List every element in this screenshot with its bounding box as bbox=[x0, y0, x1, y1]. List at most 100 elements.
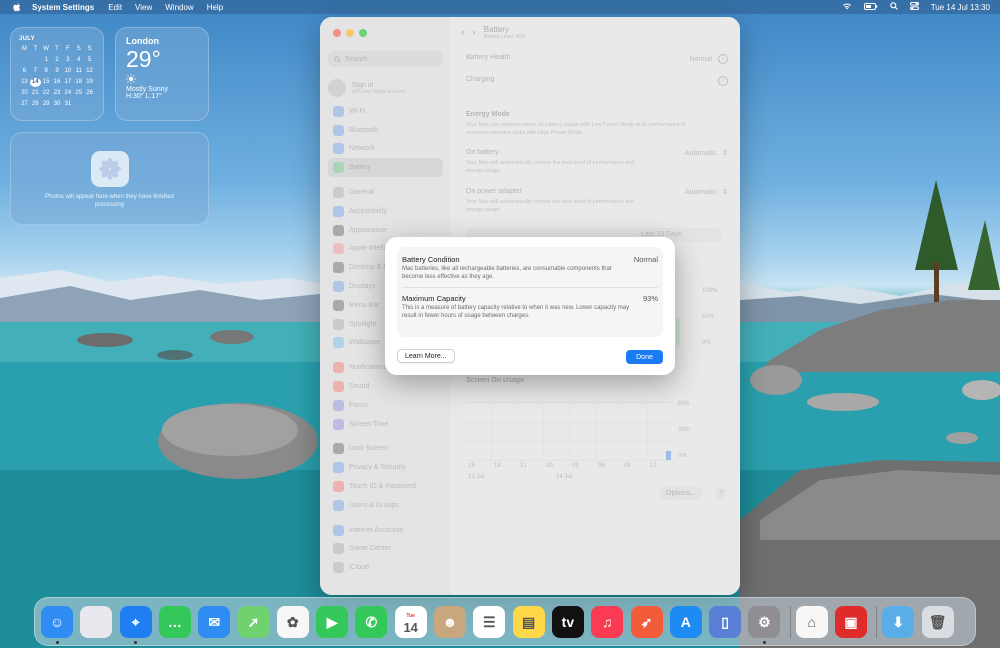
calendar-day: 24 bbox=[64, 90, 72, 96]
weather-widget[interactable]: London 29° Mostly Sunny H:30° L:17° bbox=[115, 27, 209, 121]
done-button[interactable]: Done bbox=[626, 350, 663, 364]
dock-home-icon[interactable]: ⌂ bbox=[795, 606, 828, 638]
dock-photos-icon[interactable]: ✿ bbox=[276, 606, 309, 638]
calendar-day: 2 bbox=[55, 57, 59, 63]
dock-glyph: ☻ bbox=[442, 614, 458, 630]
dock-glyph: ⬇ bbox=[892, 613, 905, 630]
dock-trash-icon[interactable]: 🗑 bbox=[921, 606, 954, 638]
menu-help[interactable]: Help bbox=[207, 3, 223, 12]
dock-glyph: ▤ bbox=[521, 613, 536, 630]
calendar-day: 11 bbox=[75, 68, 82, 74]
weather-city: London bbox=[126, 36, 159, 46]
calendar-day: 25 bbox=[75, 90, 83, 96]
battery-icon[interactable] bbox=[863, 2, 878, 12]
dock-glyph: ✿ bbox=[286, 613, 299, 630]
calendar-day: 3 bbox=[66, 57, 70, 63]
menu-view[interactable]: View bbox=[135, 3, 152, 12]
calendar-today: 14 bbox=[29, 78, 41, 87]
menu-window[interactable]: Window bbox=[165, 3, 193, 12]
dock-iphone-mirroring-icon[interactable]: ▯ bbox=[709, 606, 742, 638]
calendar-day: 19 bbox=[86, 79, 93, 85]
dock-glyph: ▯ bbox=[721, 613, 729, 630]
learn-more-label: Learn More... bbox=[405, 352, 447, 360]
calendar-weekday: M bbox=[21, 46, 27, 52]
battery-health-card: Battery Condition Normal Mac batteries, … bbox=[397, 247, 663, 337]
calendar-weekday: T bbox=[33, 46, 38, 52]
dock-glyph: ⌂ bbox=[807, 614, 816, 630]
dock-notes-icon[interactable]: ▤ bbox=[512, 606, 545, 638]
dock-downloads-icon[interactable]: ⬇ bbox=[882, 606, 915, 638]
calendar-day: 20 bbox=[21, 90, 28, 96]
calendar-widget[interactable]: JULY M T W T F S S 1 2 3 4 5 6 7 8 9 10 11 12 13 14 15 16 17 18 1… bbox=[10, 27, 104, 121]
calendar-day: 13 bbox=[21, 79, 28, 85]
calendar-day: 16 bbox=[53, 79, 61, 85]
dock-contacts-icon[interactable]: ☻ bbox=[434, 606, 466, 638]
calendar-day: 4 bbox=[77, 57, 81, 63]
menu-app-name[interactable]: System Settings bbox=[32, 3, 94, 12]
calendar-weekday: T bbox=[55, 46, 59, 52]
search-icon[interactable] bbox=[889, 2, 898, 12]
maximum-capacity-description: This is a measure of battery capacity re… bbox=[402, 305, 630, 319]
dock-phone-icon[interactable]: ✆ bbox=[355, 606, 388, 638]
dock-glyph: ☰ bbox=[483, 613, 496, 630]
dock-glyph: ♫ bbox=[601, 614, 613, 630]
dock-launchpad-icon[interactable] bbox=[80, 606, 113, 638]
calendar-day bbox=[30, 56, 41, 65]
calendar-day: 18 bbox=[75, 79, 83, 85]
dock-rocket-icon[interactable]: ➶ bbox=[630, 606, 663, 638]
menu-edit[interactable]: Edit bbox=[108, 3, 122, 12]
dock-tv-icon[interactable]: tv bbox=[551, 606, 584, 638]
dock-music-icon[interactable]: ♫ bbox=[591, 606, 624, 638]
calendar-day: 5 bbox=[87, 57, 92, 63]
dock-messages-icon[interactable]: … bbox=[158, 606, 191, 638]
calendar-day: 10 bbox=[64, 68, 72, 74]
dock-facetime-icon[interactable]: ▶ bbox=[316, 606, 349, 638]
menu-bar: System Settings Edit View Window Help Tu… bbox=[0, 0, 1000, 14]
calendar-day: 23 bbox=[53, 90, 61, 96]
dock-app-store-icon[interactable]: A bbox=[669, 606, 702, 638]
dock-mail-icon[interactable]: ✉ bbox=[198, 606, 231, 638]
menu-clock[interactable]: Tue 14 Jul 13:30 bbox=[931, 3, 990, 12]
calendar-day: 1 bbox=[44, 57, 48, 63]
dock-glyph: ▶ bbox=[326, 613, 338, 630]
dock-finder-icon[interactable]: ☺ bbox=[41, 606, 73, 638]
wifi-icon[interactable] bbox=[842, 2, 852, 12]
battery-condition-value: Normal bbox=[633, 255, 658, 264]
dock-maps-icon[interactable]: ➚ bbox=[237, 606, 270, 638]
dock-photo-booth-icon[interactable]: ▣ bbox=[835, 606, 867, 638]
calendar-day: 29 bbox=[42, 101, 50, 107]
calendar-day: 28 bbox=[31, 101, 39, 107]
calendar-day: 21 bbox=[31, 90, 39, 96]
dock-glyph: A bbox=[680, 614, 691, 630]
dock-calendar-icon[interactable]: Tue 14 bbox=[394, 606, 427, 638]
dock-glyph: ➶ bbox=[640, 613, 653, 630]
maximum-capacity-row: Maximum Capacity 93% bbox=[402, 294, 658, 303]
dock-reminders-icon[interactable]: ☰ bbox=[473, 606, 506, 638]
calendar-day: 12 bbox=[86, 68, 93, 74]
dock-safari-icon[interactable]: ⌖ bbox=[119, 606, 152, 638]
calendar-day: 22 bbox=[42, 90, 50, 96]
control-center-icon[interactable] bbox=[909, 2, 919, 12]
sun-icon bbox=[126, 74, 198, 86]
dock-glyph: 14 bbox=[403, 620, 418, 635]
dock-glyph: ☺ bbox=[49, 614, 65, 630]
battery-condition-description: Mac batteries, like all rechargeable bat… bbox=[402, 266, 612, 280]
learn-more-button[interactable]: Learn More... bbox=[397, 349, 455, 363]
dock-glyph: 🗑 bbox=[928, 613, 947, 630]
dock-glyph: ⚙ bbox=[758, 613, 771, 630]
calendar-day: 30 bbox=[53, 101, 61, 107]
dock-separator bbox=[876, 606, 878, 638]
dock-separator bbox=[789, 606, 791, 638]
photos-flower-icon bbox=[90, 151, 129, 187]
dock-system-settings-icon[interactable]: ⚙ bbox=[748, 606, 781, 638]
photos-widget[interactable]: Photos will appear here when they have f… bbox=[10, 132, 209, 225]
dock: ☺ ⌖ … ✉ ➚ ✿ ▶ ✆ Tue 14 ☻ ☰ ▤ tv ♫ ➶ A ▯ ⚙ ⌂ ▣ ⬇ 🗑 bbox=[34, 597, 976, 646]
dock-glyph: ➚ bbox=[247, 613, 260, 630]
weather-condition: Mostly Sunny bbox=[126, 86, 169, 93]
calendar-day bbox=[19, 56, 30, 65]
calendar-weekday: S bbox=[76, 46, 81, 52]
dock-glyph: tv bbox=[561, 614, 575, 630]
battery-health-sheet: Battery Condition Normal Mac batteries, … bbox=[385, 237, 675, 375]
apple-menu-icon[interactable] bbox=[10, 2, 24, 12]
battery-condition-label: Battery Condition bbox=[402, 255, 460, 264]
